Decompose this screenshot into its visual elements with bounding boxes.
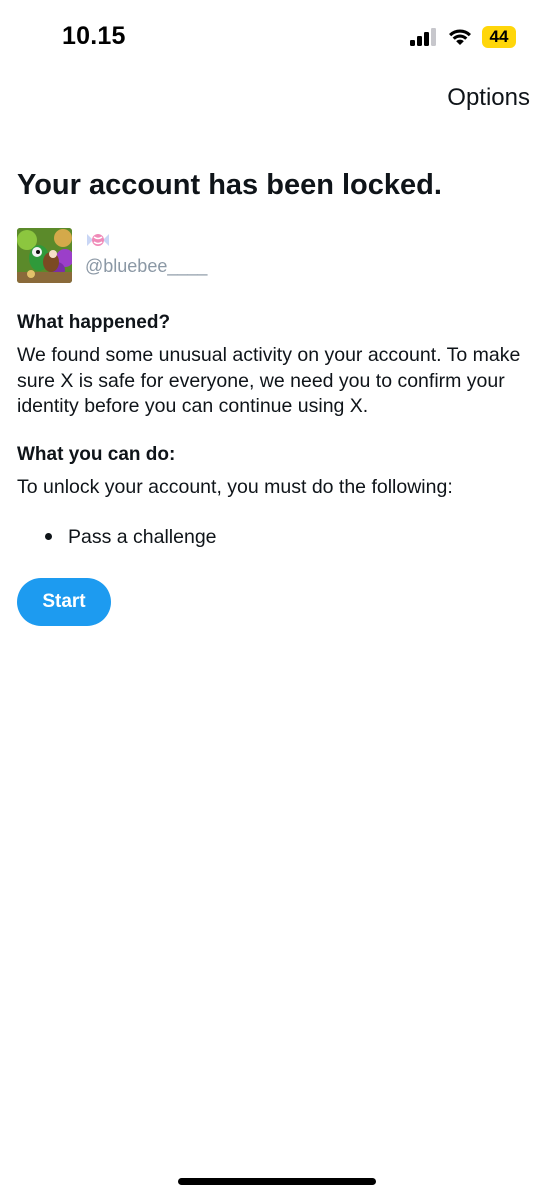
avatar-image [17, 228, 72, 283]
wifi-icon [449, 29, 471, 45]
status-indicators: 44 [410, 26, 516, 48]
list-item-label: Pass a challenge [68, 525, 217, 548]
requirements-list: Pass a challenge [17, 524, 542, 550]
status-time: 10.15 [62, 22, 126, 50]
what-you-can-do-heading: What you can do: [17, 443, 176, 465]
page-title: Your account has been locked. [17, 169, 442, 201]
signal-icon [410, 28, 436, 46]
unlock-instructions: To unlock your account, you must do the … [17, 475, 453, 498]
home-indicator[interactable] [178, 1178, 376, 1185]
account-info: @bluebee____ [17, 228, 542, 284]
main-content: Your account has been locked. @bluebee__… [17, 165, 542, 626]
bullet-icon [45, 533, 52, 540]
avatar [17, 228, 72, 283]
username: @bluebee____ [85, 256, 208, 276]
what-happened-text: We found some unusual activity on your a… [17, 343, 542, 420]
candy-icon [87, 234, 109, 246]
what-happened-line-3: identity before you can continue using X… [17, 395, 369, 417]
status-bar: 10.15 44 [0, 0, 554, 74]
what-happened-heading: What happened? [17, 312, 171, 333]
what-happened-line-2: sure X is safe for everyone, we need you… [17, 369, 505, 392]
locked-account-screen: 10.15 44 Options Your account has been l… [0, 0, 554, 1199]
what-happened-line-1: We found some unusual activity on your a… [17, 344, 521, 366]
display-name [85, 228, 207, 252]
battery-indicator: 44 [482, 26, 516, 48]
options-button[interactable]: Options [447, 84, 530, 112]
list-item: Pass a challenge [45, 524, 542, 550]
start-button[interactable]: Start [17, 577, 111, 626]
user-meta: @bluebee____ [85, 228, 207, 277]
